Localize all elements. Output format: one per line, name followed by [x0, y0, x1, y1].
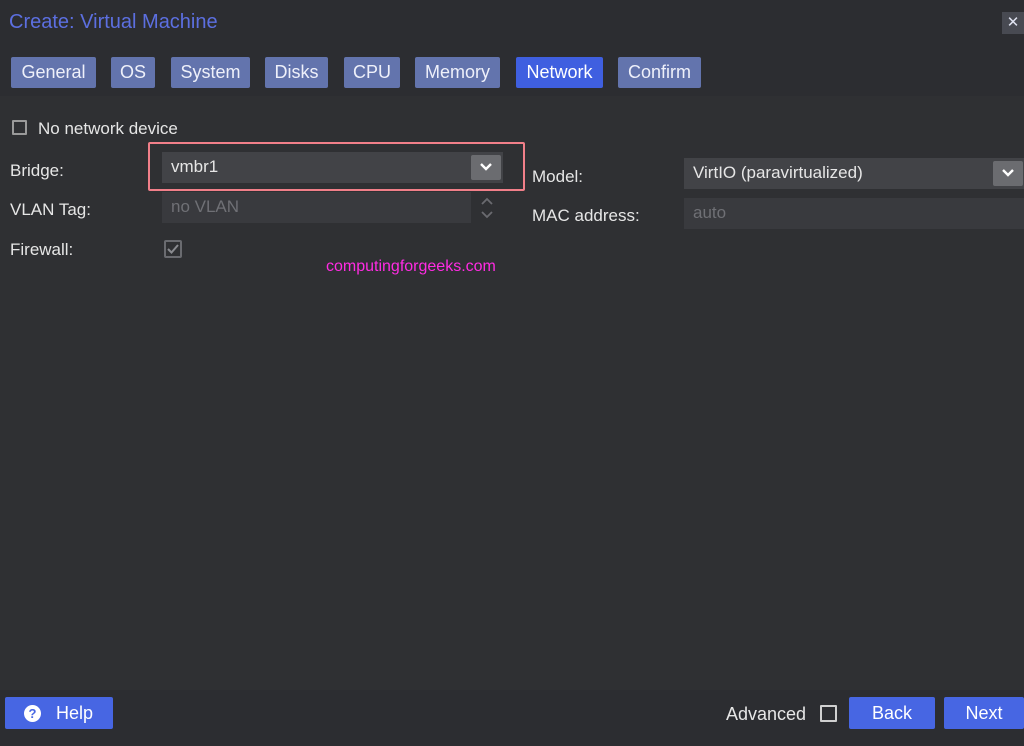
chevron-down-icon[interactable] [993, 161, 1023, 186]
help-label: Help [56, 703, 94, 723]
tab-memory[interactable]: Memory [415, 57, 500, 88]
back-button[interactable]: Back [849, 697, 935, 729]
tab-cpu[interactable]: CPU [344, 57, 400, 88]
watermark-text: computingforgeeks.com [326, 258, 496, 275]
close-icon[interactable]: ✕ [1002, 12, 1024, 34]
help-button[interactable]: ? Help [5, 697, 113, 729]
window-title: Create: Virtual Machine [9, 11, 218, 33]
vlan-tag-input[interactable]: no VLAN [162, 192, 471, 223]
firewall-checkbox[interactable] [164, 240, 182, 258]
tab-disks[interactable]: Disks [265, 57, 328, 88]
vlan-tag-placeholder: no VLAN [171, 197, 240, 216]
tab-confirm[interactable]: Confirm [618, 57, 701, 88]
no-network-device-checkbox[interactable] [12, 120, 27, 135]
help-icon: ? [24, 705, 41, 722]
no-network-device-label: No network device [38, 119, 178, 138]
mac-address-placeholder: auto [693, 203, 727, 222]
window-titlebar: Create: Virtual Machine [0, 0, 1024, 50]
advanced-checkbox[interactable] [820, 705, 837, 722]
next-button[interactable]: Next [944, 697, 1024, 729]
highlight-box [148, 142, 525, 191]
model-select[interactable]: VirtIO (paravirtualized) [684, 158, 1024, 189]
advanced-label: Advanced [726, 704, 807, 724]
vlan-tag-label: VLAN Tag: [10, 200, 91, 219]
firewall-label: Firewall: [10, 240, 74, 259]
tab-os[interactable]: OS [111, 57, 155, 88]
bridge-label: Bridge: [10, 161, 64, 180]
vlan-spinner[interactable] [477, 193, 497, 223]
tab-network[interactable]: Network [516, 57, 603, 88]
mac-address-input[interactable]: auto [684, 198, 1024, 229]
tab-system[interactable]: System [171, 57, 250, 88]
tab-general[interactable]: General [11, 57, 96, 88]
mac-address-label: MAC address: [532, 206, 640, 225]
model-value: VirtIO (paravirtualized) [693, 163, 863, 182]
model-label: Model: [532, 167, 584, 186]
